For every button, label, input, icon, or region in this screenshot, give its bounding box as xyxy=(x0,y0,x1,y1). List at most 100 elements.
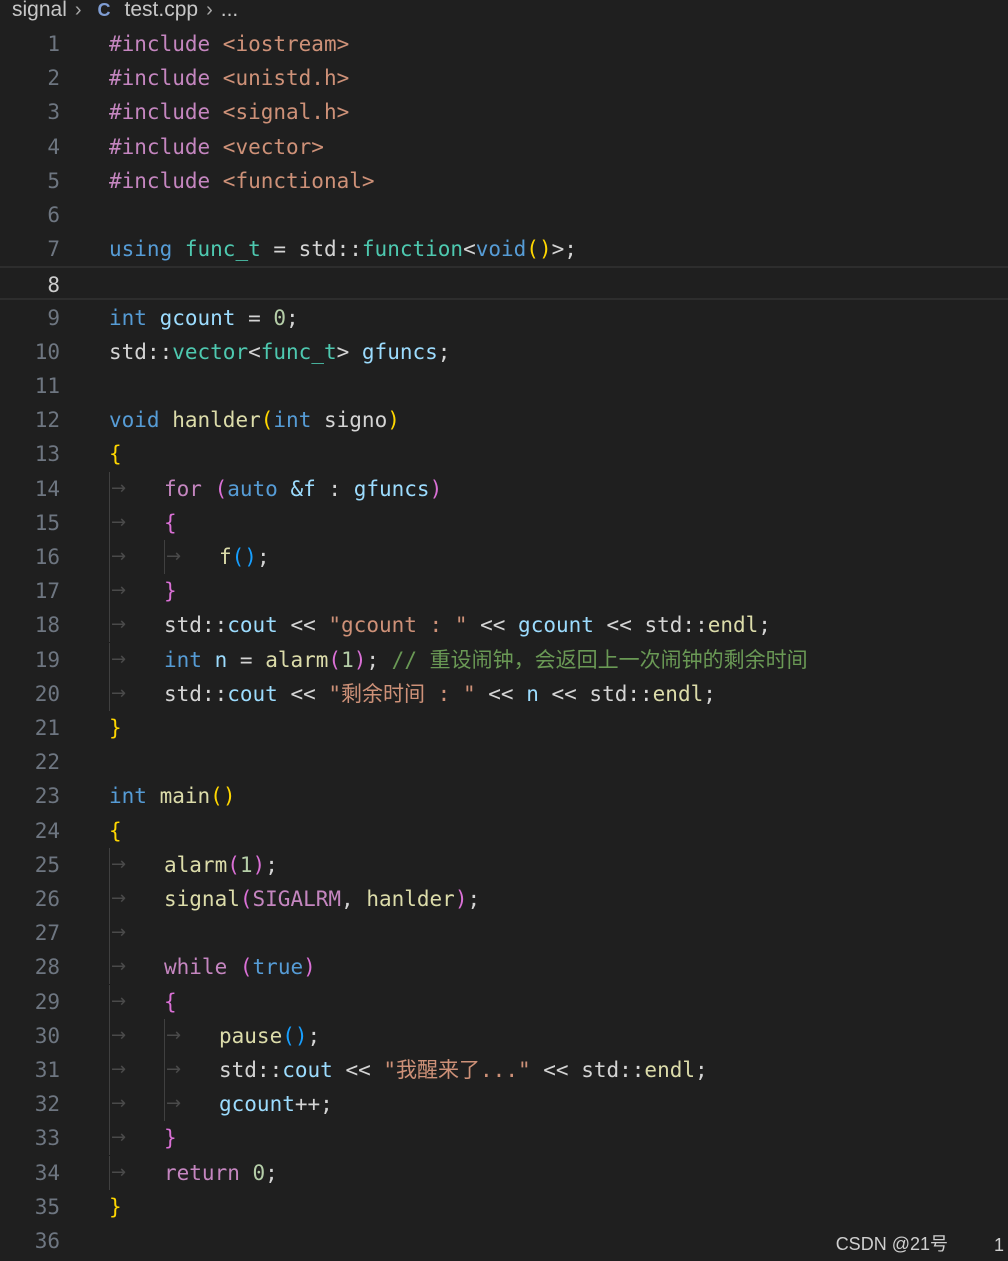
code-token: int xyxy=(164,647,202,672)
code-editor[interactable]: 1 #include <iostream> 2 #include <unistd.h>… xyxy=(0,27,1008,1261)
line-number: 33 xyxy=(34,1126,60,1151)
code-line[interactable]: 24 { xyxy=(0,814,1008,848)
code-line[interactable]: 6 xyxy=(0,198,1008,232)
code-line[interactable]: 10 std::vector<func_t> gfuncs; xyxy=(0,335,1008,369)
code-token: #include xyxy=(109,168,223,193)
code-line[interactable]: 8 xyxy=(0,266,1008,301)
code-token: >; xyxy=(551,237,577,262)
code-token: ; xyxy=(437,339,451,364)
indent-guide xyxy=(109,1053,110,1087)
code-text: #include <functional> xyxy=(109,164,375,198)
code-token: ++; xyxy=(294,1092,333,1117)
code-token: << xyxy=(538,681,590,706)
code-token: f xyxy=(219,545,232,569)
line-number: 30 xyxy=(34,1023,60,1048)
code-line[interactable]: 16 → → f(); xyxy=(0,540,1008,574)
code-token: () xyxy=(526,237,552,262)
code-line[interactable]: 28 → while (true) xyxy=(0,950,1008,985)
code-token: :: xyxy=(682,613,708,638)
code-line[interactable]: 19 → int n = alarm(1); // 重设闹钟，会返回上一次闹钟的剩余… xyxy=(0,642,1008,677)
code-token: cout xyxy=(282,1058,333,1082)
code-text: } xyxy=(164,1121,177,1155)
code-token: ; xyxy=(265,852,278,877)
code-text: { xyxy=(164,506,177,540)
code-line[interactable]: 14 → for (auto &f : gfuncs) xyxy=(0,471,1008,506)
code-token: :: xyxy=(619,1058,645,1082)
code-line[interactable]: 33 →} xyxy=(0,1121,1008,1156)
tab-arrow-icon: → xyxy=(111,1161,127,1183)
code-token: "gcount : " xyxy=(328,613,468,638)
code-line[interactable]: 7 using func_t = std::function<void()>; xyxy=(0,232,1008,266)
breadcrumb-file[interactable]: test.cpp xyxy=(125,0,199,20)
code-line[interactable]: 3 #include <signal.h> xyxy=(0,95,1008,129)
indent-guide xyxy=(109,950,110,985)
line-number: 1 xyxy=(47,32,60,56)
code-line[interactable]: 9 int gcount = 0; xyxy=(0,301,1008,335)
code-text: int n = alarm(1); // 重设闹钟，会返回上一次闹钟的剩余时间 xyxy=(164,643,808,677)
code-token: << xyxy=(530,1058,582,1082)
code-line[interactable]: 22 xyxy=(0,745,1008,779)
code-token: while xyxy=(164,955,228,980)
code-text: } xyxy=(109,1190,122,1224)
code-line[interactable]: 35} xyxy=(0,1190,1008,1224)
code-line[interactable]: 26 → signal(SIGALRM, hanlder); xyxy=(0,882,1008,916)
line-number: 25 xyxy=(34,852,60,877)
code-token: <vector> xyxy=(222,134,324,159)
code-token: ) xyxy=(454,887,468,911)
line-number: 29 xyxy=(34,989,60,1014)
code-line[interactable]: 34 → return 0; xyxy=(0,1155,1008,1190)
code-token: std xyxy=(219,1058,257,1082)
code-line[interactable]: 1 #include <iostream> xyxy=(0,27,1008,61)
code-line[interactable]: 18 → std::cout << "gcount : " << gcount <<… xyxy=(0,608,1008,643)
code-line[interactable]: 30 → → pause(); xyxy=(0,1018,1008,1053)
code-token: signo xyxy=(324,408,388,433)
indent-guide xyxy=(164,1018,165,1053)
code-token: std xyxy=(581,1058,620,1082)
code-token: alarm xyxy=(164,852,228,877)
code-line[interactable]: 5 #include <functional> xyxy=(0,164,1008,198)
code-line[interactable]: 21} xyxy=(0,711,1008,745)
code-line[interactable]: 2 #include <unistd.h> xyxy=(0,61,1008,95)
breadcrumb-trail[interactable]: ... xyxy=(221,0,239,20)
code-line[interactable]: 20 → std::cout << "剩余时间 : " << n << std::e… xyxy=(0,676,1008,711)
code-token: std xyxy=(644,613,683,638)
code-line[interactable]: 31 → → std::cout << "我醒来了..." << std::endl; xyxy=(0,1053,1008,1087)
line-number: 7 xyxy=(47,237,60,262)
code-token: :: xyxy=(201,613,228,638)
line-number: 34 xyxy=(34,1160,60,1185)
code-line[interactable]: 11 xyxy=(0,369,1008,403)
code-token: ( xyxy=(328,647,342,672)
code-line[interactable]: 4 #include <vector> xyxy=(0,130,1008,164)
indent-guide xyxy=(109,608,110,643)
line-number: 24 xyxy=(34,818,60,843)
code-line[interactable]: 23 int main() xyxy=(0,779,1008,813)
line-number: 22 xyxy=(34,750,60,775)
tab-arrow-icon: → xyxy=(111,682,127,704)
code-line[interactable]: 32 → → gcount++; xyxy=(0,1087,1008,1122)
code-line[interactable]: 13 { xyxy=(0,437,1008,471)
code-line[interactable]: 27 → xyxy=(0,916,1008,951)
indent-guide xyxy=(109,505,110,540)
code-line[interactable]: 29 → { xyxy=(0,984,1008,1019)
tab-arrow-icon: → xyxy=(166,1024,182,1046)
code-token: // 重设闹钟，会返回上一次闹钟的剩余时间 xyxy=(391,647,808,672)
code-line[interactable]: 15 → { xyxy=(0,505,1008,540)
code-token: } xyxy=(164,579,177,604)
breadcrumb: signal › C test.cpp › ... xyxy=(12,0,238,20)
code-text: std::vector<func_t> gfuncs; xyxy=(109,335,450,369)
code-token: endl xyxy=(707,613,759,638)
code-text: #include <vector> xyxy=(109,130,324,164)
code-line[interactable]: 12 void hanlder(int signo) xyxy=(0,403,1008,437)
line-number: 19 xyxy=(34,647,60,672)
line-number: 35 xyxy=(34,1194,60,1219)
code-token: hanlder xyxy=(172,408,261,433)
code-text: return 0; xyxy=(164,1156,278,1190)
breadcrumb-folder[interactable]: signal xyxy=(12,0,67,20)
code-token: std xyxy=(109,339,147,364)
code-token: ; xyxy=(758,613,771,638)
code-line[interactable]: 25 → alarm(1); xyxy=(0,847,1008,882)
line-number: 28 xyxy=(34,955,60,980)
code-line[interactable]: 17 →} xyxy=(0,574,1008,609)
line-number: 6 xyxy=(47,203,60,227)
